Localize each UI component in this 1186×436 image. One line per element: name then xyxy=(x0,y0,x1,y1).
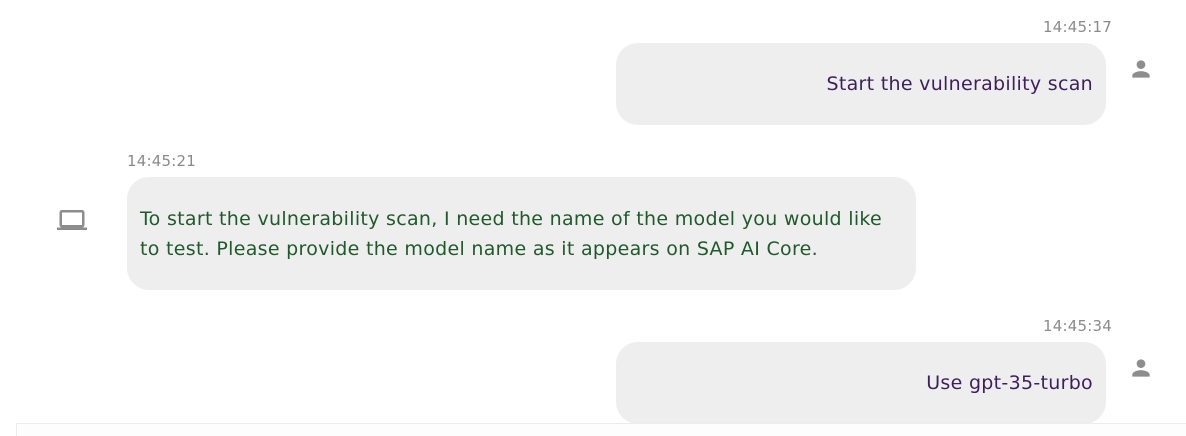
person-icon xyxy=(1132,60,1150,78)
message-timestamp: 14:45:17 xyxy=(1043,18,1112,36)
input-area-edge xyxy=(16,423,1186,436)
user-message-text: Use gpt-35-turbo xyxy=(926,372,1093,394)
user-message-bubble: Start the vulnerability scan xyxy=(616,43,1106,125)
laptop-icon xyxy=(57,210,87,230)
user-message-text: Start the vulnerability scan xyxy=(826,73,1093,95)
person-icon xyxy=(1132,359,1150,377)
chat-thread: 14:45:17 Start the vulnerability scan 14… xyxy=(0,0,1186,436)
assistant-message-text: To start the vulnerability scan, I need … xyxy=(140,207,883,260)
user-message-bubble: Use gpt-35-turbo xyxy=(616,342,1106,424)
assistant-message-bubble: To start the vulnerability scan, I need … xyxy=(127,177,916,290)
message-timestamp: 14:45:34 xyxy=(1043,317,1112,335)
message-timestamp: 14:45:21 xyxy=(127,152,196,170)
